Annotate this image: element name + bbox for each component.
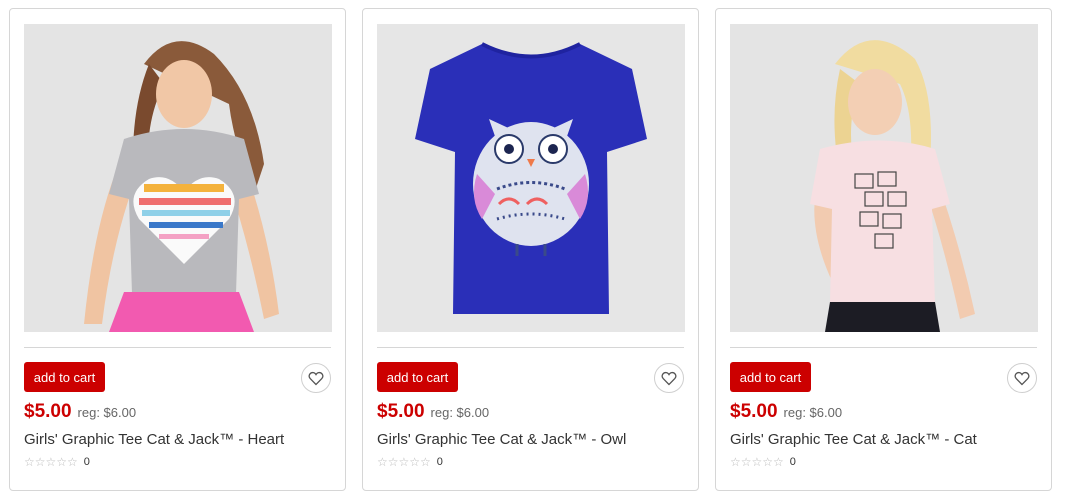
girl-cat-tee-photo — [730, 24, 1038, 332]
regular-price: reg: $6.00 — [430, 405, 490, 420]
add-to-cart-button[interactable]: add to cart — [730, 362, 811, 392]
favorite-button[interactable] — [1007, 363, 1037, 393]
review-count: 0 — [83, 456, 90, 468]
heart-outline-icon — [661, 371, 677, 385]
add-to-cart-button[interactable]: add to cart — [24, 362, 105, 392]
product-image-cat[interactable] — [730, 24, 1038, 332]
rating[interactable]: ☆☆☆☆☆ 0 — [377, 455, 443, 469]
favorite-button[interactable] — [654, 363, 684, 393]
heart-outline-icon — [1014, 371, 1030, 385]
review-count: 0 — [436, 456, 443, 468]
heart-outline-icon — [308, 371, 324, 385]
sale-price: $5.00 — [24, 401, 72, 422]
product-title-link[interactable]: Girls' Graphic Tee Cat & Jack™ - Owl — [377, 431, 626, 448]
rating[interactable]: ☆☆☆☆☆ 0 — [730, 455, 796, 469]
product-card-owl: add to cart $5.00 reg: $6.00 Girls' Grap… — [362, 8, 699, 491]
product-title-link[interactable]: Girls' Graphic Tee Cat & Jack™ - Heart — [24, 431, 284, 448]
product-image-owl[interactable] — [377, 24, 685, 332]
star-outline-icon: ☆☆☆☆☆ — [377, 455, 431, 469]
add-to-cart-button[interactable]: add to cart — [377, 362, 458, 392]
price-row: $5.00 reg: $6.00 — [730, 401, 842, 423]
rating[interactable]: ☆☆☆☆☆ 0 — [24, 455, 90, 469]
owl-tee-photo — [377, 24, 685, 332]
product-image-heart[interactable] — [24, 24, 332, 332]
sale-price: $5.00 — [730, 401, 778, 422]
favorite-button[interactable] — [301, 363, 331, 393]
product-grid: add to cart $5.00 reg: $6.00 Girls' Grap… — [9, 8, 1052, 491]
product-title-link[interactable]: Girls' Graphic Tee Cat & Jack™ - Cat — [730, 431, 977, 448]
card-divider — [377, 347, 684, 348]
card-divider — [24, 347, 331, 348]
sale-price: $5.00 — [377, 401, 425, 422]
product-card-heart: add to cart $5.00 reg: $6.00 Girls' Grap… — [9, 8, 346, 491]
star-outline-icon: ☆☆☆☆☆ — [24, 455, 78, 469]
star-outline-icon: ☆☆☆☆☆ — [730, 455, 784, 469]
review-count: 0 — [789, 456, 796, 468]
price-row: $5.00 reg: $6.00 — [377, 401, 489, 423]
girl-heart-tee-photo — [24, 24, 332, 332]
regular-price: reg: $6.00 — [77, 405, 137, 420]
card-divider — [730, 347, 1037, 348]
product-card-cat: add to cart $5.00 reg: $6.00 Girls' Grap… — [715, 8, 1052, 491]
regular-price: reg: $6.00 — [783, 405, 843, 420]
price-row: $5.00 reg: $6.00 — [24, 401, 136, 423]
